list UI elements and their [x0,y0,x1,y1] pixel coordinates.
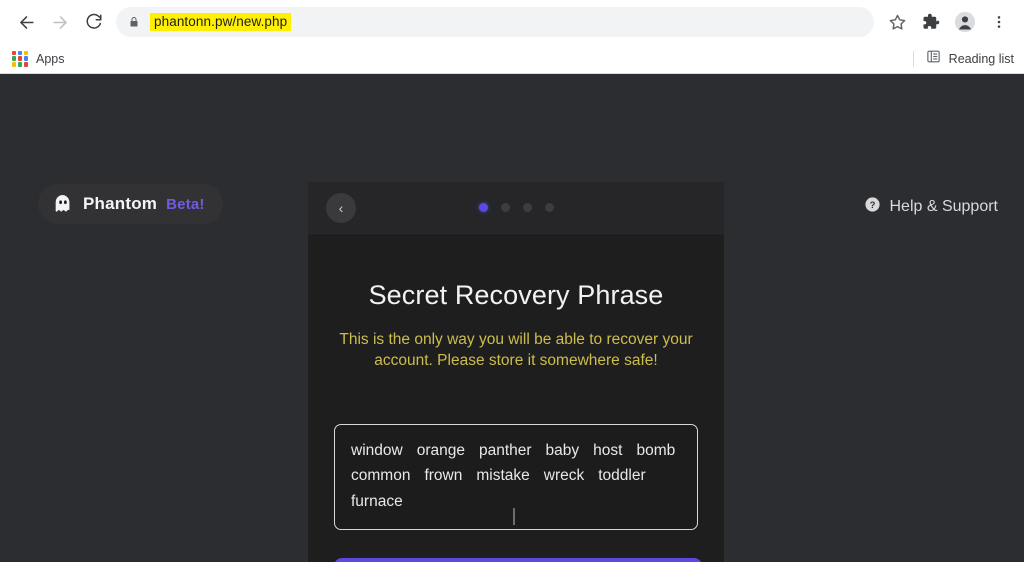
recovery-phrase-modal: ‹ Secret Recovery Phrase This is the onl… [308,182,724,562]
step-indicator-dots [308,203,724,212]
phrase-word: wreck [543,467,585,485]
question-mark-circle-icon: ? [864,196,881,218]
bookmark-star-button[interactable] [882,7,912,37]
arrow-right-icon [52,15,67,29]
back-button[interactable] [10,6,42,38]
puzzle-piece-icon [923,13,940,29]
phrase-word: frown [424,467,463,485]
text-cursor [513,508,515,526]
browser-menu-button[interactable] [984,7,1014,37]
phrase-word: orange [416,441,465,459]
modal-header: ‹ [308,182,724,234]
url-text: phantonn.pw/new.php [150,13,292,31]
help-and-support-label: Help & Support [889,198,998,215]
reading-list-label: Reading list [948,52,1014,66]
browser-chrome: phantonn.pw/new.php Apps Reading list [0,0,1024,74]
step-dot-4[interactable] [544,203,554,212]
address-bar[interactable]: phantonn.pw/new.php [116,7,874,37]
profile-button[interactable] [950,7,980,37]
phrase-word: toddler [598,467,646,485]
phrase-word: bomb [636,441,676,459]
browser-toolbar: phantonn.pw/new.php [0,0,1024,44]
page-title: Secret Recovery Phrase [368,280,664,310]
three-dot-menu-icon [997,16,1001,28]
phrase-word: common [351,467,411,485]
bookmark-apps-label: Apps [36,51,65,66]
phantom-ghost-icon [52,193,74,215]
phrase-word: panther [478,441,532,459]
profile-avatar-icon [954,11,976,33]
lock-icon [128,16,140,28]
phrase-word: window [351,441,403,459]
svg-text:?: ? [870,200,876,210]
forward-button[interactable] [44,6,76,38]
step-dot-1[interactable] [478,203,488,212]
reload-icon [86,13,102,29]
bookmarks-divider [912,51,914,67]
confirm-saved-button[interactable]: OK, I saved it somewhere [334,558,702,562]
bookmarks-bar: Apps Reading list [0,44,1024,74]
phrase-word: mistake [476,467,530,485]
recovery-phrase-box[interactable]: window orange panther baby host bomb com… [334,423,698,531]
step-dot-3[interactable] [522,203,532,212]
reload-button[interactable] [78,6,110,38]
arrow-left-icon [19,15,34,29]
brand-beta-label: Beta! [166,195,205,213]
reading-list-area: Reading list [912,44,1014,74]
warning-text: This is the only way you will be able to… [339,331,693,370]
bookmark-apps[interactable]: Apps [12,50,65,67]
apps-grid-icon [12,50,28,67]
navigation-buttons [10,6,110,38]
page-content: Phantom Beta! ? Help & Support ‹ Secret [0,74,1024,562]
toolbar-right-icons [882,7,1014,37]
phantom-brand-badge[interactable]: Phantom Beta! [38,184,223,224]
star-icon [889,14,905,30]
phrase-word: host [593,441,623,459]
reading-list-icon [926,49,941,69]
extensions-button[interactable] [916,7,946,37]
step-dot-2[interactable] [500,203,510,212]
help-and-support-link[interactable]: ? Help & Support [864,196,998,218]
recovery-phrase-words: window orange panther baby host bomb com… [351,439,683,514]
brand-name: Phantom [83,194,158,213]
phrase-word: baby [545,441,580,459]
phrase-word: furnace [351,492,403,510]
modal-body: Secret Recovery Phrase This is the only … [308,280,724,562]
